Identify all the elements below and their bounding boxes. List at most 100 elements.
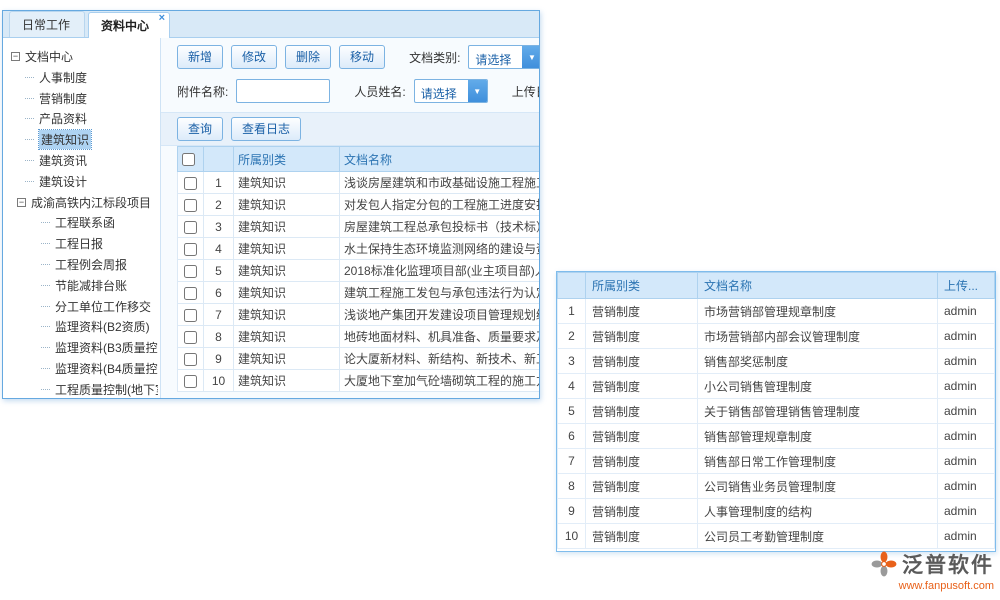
chevron-down-icon: ▼ <box>522 46 539 68</box>
row-number: 9 <box>558 499 586 524</box>
document-table-row[interactable]: 7 营销制度 销售部日常工作管理制度 admin <box>558 449 995 474</box>
row-number: 4 <box>204 238 234 260</box>
tab-daily-work-label: 日常工作 <box>22 18 70 32</box>
close-tab-icon[interactable]: × <box>159 13 165 24</box>
document-table-row[interactable]: 2 营销制度 市场营销部内部会议管理制度 admin <box>558 324 995 349</box>
row-checkbox[interactable] <box>184 353 197 366</box>
row-checkbox[interactable] <box>184 199 197 212</box>
document-table-row[interactable]: 5 建筑知识 2018标准化监理项目部(业主项目部)人员... <box>178 260 540 282</box>
tree-item-label: 工程例会周报 <box>55 256 127 273</box>
tree-item[interactable]: − 监理资料(B4质量控制) <box>11 358 158 379</box>
document-table-row[interactable]: 6 营销制度 销售部管理规章制度 admin <box>558 424 995 449</box>
row-checkbox[interactable] <box>184 309 197 322</box>
query-button[interactable]: 查询 <box>177 117 223 141</box>
row-category: 营销制度 <box>586 374 698 399</box>
row-uploader: admin <box>938 324 995 349</box>
documents-table: 所属别类 文档名称 1 建筑知识 浅谈房屋建筑和市政基础设施工程施工... 2 <box>177 146 539 392</box>
row-category: 建筑知识 <box>234 194 340 216</box>
row-category: 营销制度 <box>586 499 698 524</box>
tree-item[interactable]: − 监理资料(B2资质) <box>11 317 158 338</box>
row-checkbox[interactable] <box>184 287 197 300</box>
document-table-row[interactable]: 3 营销制度 销售部奖惩制度 admin <box>558 349 995 374</box>
tree-item[interactable]: − 节能减排台账 <box>11 275 158 296</box>
document-table-row[interactable]: 4 营销制度 小公司销售管理制度 admin <box>558 374 995 399</box>
row-number: 1 <box>204 172 234 194</box>
header-row-number <box>558 273 586 299</box>
document-table-row[interactable]: 9 营销制度 人事管理制度的结构 admin <box>558 499 995 524</box>
document-table-row[interactable]: 1 建筑知识 浅谈房屋建筑和市政基础设施工程施工... <box>178 172 540 194</box>
document-table-row[interactable]: 1 营销制度 市场营销部管理规章制度 admin <box>558 299 995 324</box>
tab-data-center[interactable]: 资料中心 × <box>88 12 170 38</box>
tree-item[interactable]: − 建筑知识 <box>11 129 158 150</box>
row-checkbox[interactable] <box>184 221 197 234</box>
view-log-button[interactable]: 查看日志 <box>231 117 301 141</box>
document-table-row[interactable]: 9 建筑知识 论大厦新材料、新结构、新技术、新工... <box>178 348 540 370</box>
row-doc-name: 论大厦新材料、新结构、新技术、新工... <box>340 348 540 370</box>
tree-item-label: 建筑知识 <box>39 130 91 149</box>
tree-item[interactable]: − 建筑设计 <box>11 171 158 192</box>
row-uploader: admin <box>938 349 995 374</box>
document-table-row[interactable]: 8 营销制度 公司销售业务员管理制度 admin <box>558 474 995 499</box>
row-checkbox[interactable] <box>184 331 197 344</box>
tree-item[interactable]: − 成渝高铁内江标段项目 <box>11 192 158 213</box>
delete-button[interactable]: 删除 <box>285 45 331 69</box>
row-checkbox[interactable] <box>184 375 197 388</box>
attachment-name-input[interactable] <box>236 79 330 103</box>
tree-item[interactable]: − 建筑资讯 <box>11 150 158 171</box>
collapse-icon[interactable]: − <box>11 52 20 61</box>
add-button[interactable]: 新增 <box>177 45 223 69</box>
attachment-filter-label: 附件名称: <box>177 83 228 100</box>
column-header-doc-name[interactable]: 文档名称 <box>340 147 540 172</box>
document-table-row[interactable]: 2 建筑知识 对发包人指定分包的工程施工进度安排... <box>178 194 540 216</box>
document-table-row[interactable]: 4 建筑知识 水土保持生态环境监测网络的建设与资... <box>178 238 540 260</box>
row-checkbox[interactable] <box>184 177 197 190</box>
row-number: 2 <box>558 324 586 349</box>
modify-button[interactable]: 修改 <box>231 45 277 69</box>
row-category: 建筑知识 <box>234 172 340 194</box>
document-table-row[interactable]: 3 建筑知识 房屋建筑工程总承包投标书（技术标）... <box>178 216 540 238</box>
fanpu-pinwheel-icon <box>871 551 897 577</box>
document-table-row[interactable]: 8 建筑知识 地砖地面材料、机具准备、质量要求及... <box>178 326 540 348</box>
move-button[interactable]: 移动 <box>339 45 385 69</box>
row-checkbox[interactable] <box>184 265 197 278</box>
row-checkbox-cell <box>178 282 204 304</box>
tab-daily-work[interactable]: 日常工作 <box>9 11 85 37</box>
tree-item[interactable]: − 工程联系函 <box>11 213 158 234</box>
row-number: 6 <box>204 282 234 304</box>
row-checkbox[interactable] <box>184 243 197 256</box>
row-checkbox-cell <box>178 238 204 260</box>
tree-item[interactable]: − 人事制度 <box>11 67 158 88</box>
tree-item[interactable]: − 营销制度 <box>11 88 158 109</box>
select-all-checkbox[interactable] <box>182 153 195 166</box>
person-select[interactable]: 请选择 ▼ <box>414 79 488 103</box>
tree-item[interactable]: − 产品资料 <box>11 109 158 130</box>
row-number: 7 <box>204 304 234 326</box>
tree-item[interactable]: − 工程质量控制(地下室) <box>11 379 158 399</box>
action-row: 查询 查看日志 <box>161 112 539 146</box>
row-uploader: admin <box>938 299 995 324</box>
tab-bar: 日常工作 资料中心 × <box>3 11 539 38</box>
column-header-uploader[interactable]: 上传... <box>938 273 995 299</box>
column-header-category[interactable]: 所属别类 <box>234 147 340 172</box>
document-table-row[interactable]: 7 建筑知识 浅谈地产集团开发建设项目管理规划编... <box>178 304 540 326</box>
tree-item[interactable]: − 工程日报 <box>11 233 158 254</box>
collapse-icon[interactable]: − <box>17 198 26 207</box>
tree-root-document-center[interactable]: − 文档中心 <box>11 46 158 67</box>
row-doc-name: 2018标准化监理项目部(业主项目部)人员... <box>340 260 540 282</box>
column-header-doc-name[interactable]: 文档名称 <box>698 273 938 299</box>
category-select[interactable]: 请选择 ▼ <box>468 45 539 69</box>
tree-item[interactable]: − 监理资料(B3质量控制) <box>11 337 158 358</box>
row-category: 营销制度 <box>586 324 698 349</box>
document-table-row[interactable]: 5 营销制度 关于销售部管理销售管理制度 admin <box>558 399 995 424</box>
column-header-category[interactable]: 所属别类 <box>586 273 698 299</box>
tree-item[interactable]: − 工程例会周报 <box>11 254 158 275</box>
row-uploader: admin <box>938 474 995 499</box>
row-uploader: admin <box>938 524 995 549</box>
document-table-row[interactable]: 6 建筑知识 建筑工程施工发包与承包违法行为认定... <box>178 282 540 304</box>
tab-data-center-label: 资料中心 <box>101 19 149 33</box>
tree-item[interactable]: − 分工单位工作移交 <box>11 296 158 317</box>
document-table-row[interactable]: 10 营销制度 公司员工考勤管理制度 admin <box>558 524 995 549</box>
document-table-row[interactable]: 10 建筑知识 大厦地下室加气砼墙砌筑工程的施工方... <box>178 370 540 392</box>
tree-item-label: 成渝高铁内江标段项目 <box>31 194 151 211</box>
row-number: 2 <box>204 194 234 216</box>
